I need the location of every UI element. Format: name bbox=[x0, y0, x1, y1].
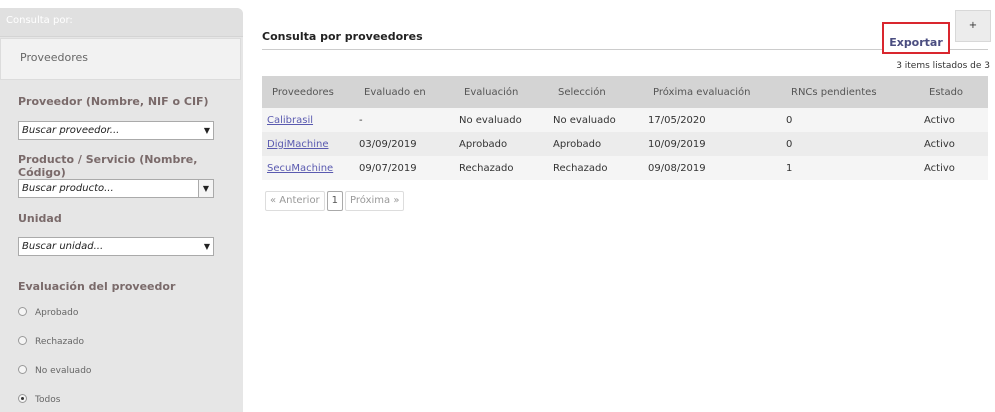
table-cell: 10/09/2019 bbox=[643, 132, 781, 156]
radio-icon[interactable] bbox=[18, 365, 27, 374]
evaluacion-filter-label: Evaluación del proveedor bbox=[18, 280, 176, 293]
radio-todos[interactable]: Todos bbox=[18, 394, 61, 405]
table-cell: Aprobado bbox=[548, 132, 643, 156]
items-count: 3 items listados de 3 bbox=[896, 61, 990, 71]
page-number-button[interactable]: 1 bbox=[326, 191, 344, 211]
producto-select[interactable]: Buscar producto... ▼ bbox=[18, 179, 214, 198]
column-header-estado[interactable]: Estado bbox=[919, 76, 988, 108]
radio-label: Rechazado bbox=[35, 337, 85, 347]
radio-no-evaluado[interactable]: No evaluado bbox=[18, 365, 92, 376]
column-header-proveedores[interactable]: Proveedores bbox=[262, 76, 354, 108]
proveedor-select[interactable]: Buscar proveedor... ▼ bbox=[18, 121, 214, 140]
table-cell: Activo bbox=[919, 156, 988, 180]
table-cell: 03/09/2019 bbox=[354, 132, 454, 156]
radio-checked-icon[interactable] bbox=[18, 394, 27, 403]
radio-aprobado[interactable]: Aprobado bbox=[18, 307, 79, 318]
table-row: Calibrasil - No evaluado No evaluado 17/… bbox=[262, 108, 988, 132]
tab-proveedores[interactable]: Proveedores bbox=[0, 38, 241, 80]
column-header-seleccion[interactable]: Selección bbox=[548, 76, 643, 108]
radio-icon[interactable] bbox=[18, 307, 27, 316]
chevron-down-icon: ▼ bbox=[198, 180, 213, 197]
table-cell: 0 bbox=[781, 108, 919, 132]
radio-label: Aprobado bbox=[35, 308, 79, 318]
provider-link[interactable]: DigiMachine bbox=[267, 139, 328, 150]
table-cell: - bbox=[354, 108, 454, 132]
chevron-down-icon: ▼ bbox=[203, 126, 210, 135]
provider-link[interactable]: Calibrasil bbox=[267, 115, 313, 126]
table-row: DigiMachine 03/09/2019 Aprobado Aprobado… bbox=[262, 132, 988, 156]
provider-link[interactable]: SecuMachine bbox=[267, 163, 333, 174]
table-cell: 09/08/2019 bbox=[643, 156, 781, 180]
table-header-row: Proveedores Evaluado en Evaluación Selec… bbox=[262, 76, 988, 108]
radio-icon[interactable] bbox=[18, 336, 27, 345]
next-page-button[interactable]: Próxima » bbox=[345, 191, 405, 211]
filter-sidebar: Consulta por: Proveedores Proveedor (Nom… bbox=[0, 8, 243, 412]
table-row: SecuMachine 09/07/2019 Rechazado Rechaza… bbox=[262, 156, 988, 180]
unidad-filter-label: Unidad bbox=[18, 212, 62, 225]
proveedor-filter-label: Proveedor (Nombre, NIF o CIF) bbox=[18, 95, 209, 108]
table-cell: 1 bbox=[781, 156, 919, 180]
pagination: « Anterior 1 Próxima » bbox=[265, 191, 406, 211]
producto-filter-label: Producto / Servicio (Nombre, Código) bbox=[18, 153, 198, 179]
radio-rechazado[interactable]: Rechazado bbox=[18, 336, 85, 347]
export-button[interactable]: Exportar bbox=[882, 22, 950, 54]
chevron-down-icon: ▼ bbox=[203, 242, 210, 251]
table-cell: Activo bbox=[919, 108, 988, 132]
column-header-proxima-evaluacion[interactable]: Próxima evaluación bbox=[643, 76, 781, 108]
table-cell: No evaluado bbox=[454, 108, 548, 132]
providers-table: Proveedores Evaluado en Evaluación Selec… bbox=[262, 76, 988, 180]
producto-select-value: Buscar producto... bbox=[22, 183, 114, 194]
radio-label: Todos bbox=[35, 395, 61, 405]
title-divider bbox=[262, 49, 988, 50]
column-header-evaluado-en[interactable]: Evaluado en bbox=[354, 76, 454, 108]
table-cell: Aprobado bbox=[454, 132, 548, 156]
column-header-evaluacion[interactable]: Evaluación bbox=[454, 76, 548, 108]
radio-label: No evaluado bbox=[35, 366, 92, 376]
add-button[interactable]: + bbox=[955, 10, 991, 42]
sidebar-title: Consulta por: bbox=[0, 8, 243, 37]
table-cell: Rechazado bbox=[548, 156, 643, 180]
unidad-select-value: Buscar unidad... bbox=[22, 241, 104, 252]
unidad-select[interactable]: Buscar unidad... ▼ bbox=[18, 237, 214, 256]
column-header-rncs-pendientes[interactable]: RNCs pendientes bbox=[781, 76, 919, 108]
table-cell: Rechazado bbox=[454, 156, 548, 180]
page-title: Consulta por proveedores bbox=[262, 30, 423, 43]
proveedor-select-value: Buscar proveedor... bbox=[22, 125, 120, 136]
table-cell: No evaluado bbox=[548, 108, 643, 132]
prev-page-button[interactable]: « Anterior bbox=[265, 191, 325, 211]
table-cell: 17/05/2020 bbox=[643, 108, 781, 132]
table-cell: 09/07/2019 bbox=[354, 156, 454, 180]
table-cell: 0 bbox=[781, 132, 919, 156]
table-cell: Activo bbox=[919, 132, 988, 156]
